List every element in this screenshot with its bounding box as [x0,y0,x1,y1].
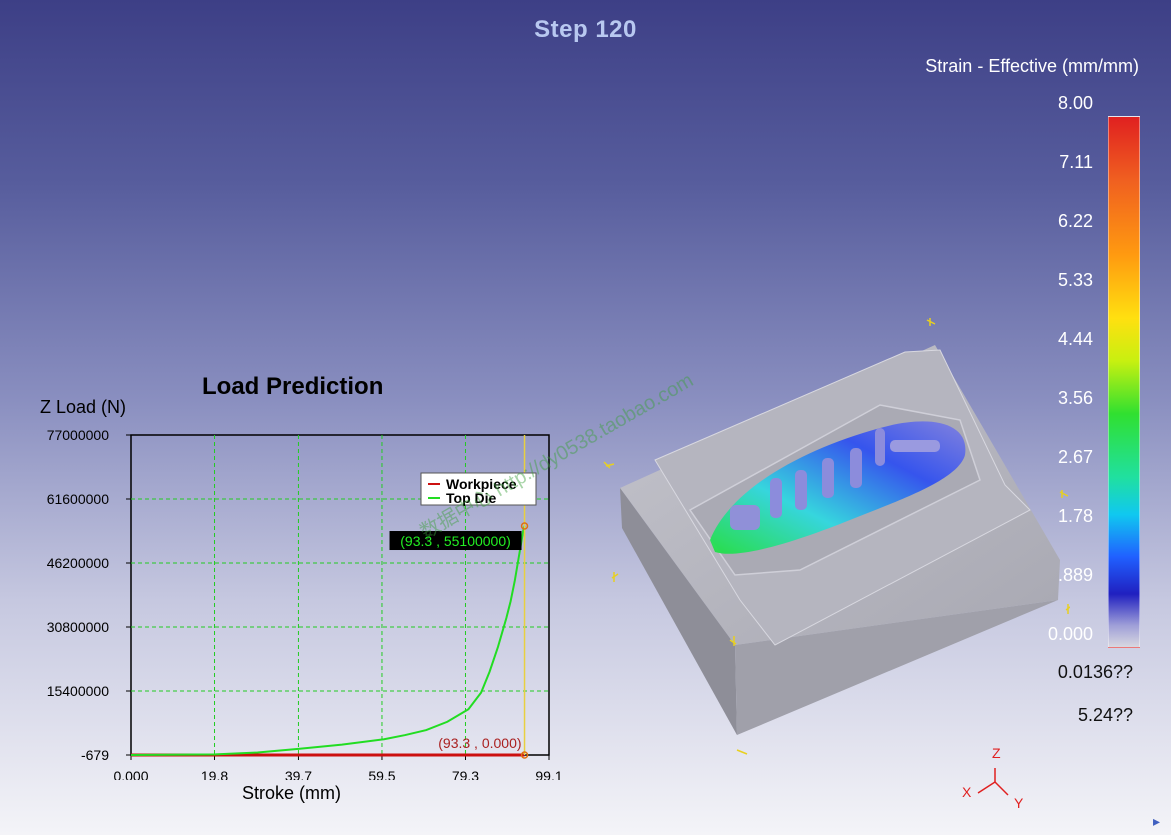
load-prediction-chart[interactable]: 0.000 19.8 39.7 59.5 79.3 99.1 77000000 6160000… [0,395,580,780]
step-title: Step 120 [534,16,637,43]
x-tick-label: 99.1 [535,768,562,780]
x-axis-label: Stroke (mm) [242,783,341,803]
axis-triad-lines [977,768,1009,796]
legend-title: Strain - Effective (mm/mm) [925,56,1139,76]
x-tick-label: 79.3 [452,768,479,780]
x-tick-label: 0.000 [113,768,148,780]
y-tick-label: 61600000 [47,491,110,507]
legend-tick: 6.22 [1057,211,1093,231]
axis-x-label: X [962,784,972,800]
axis-z-label: Z [992,745,1001,761]
x-tick-label: 39.7 [285,768,312,780]
y-tick-label: 46200000 [47,555,110,571]
legend-tick: 7.11 [1059,152,1093,172]
corner-navigation-icon[interactable]: ▸ [1153,813,1160,830]
legend-tick: 5.33 [1057,270,1093,290]
y-tick-label: 30800000 [47,619,110,635]
legend-tick: 8.00 [1057,93,1093,113]
die-block [620,345,1060,735]
color-bar [1108,116,1140,648]
axis-y-label: Y [1014,795,1024,811]
x-tick-label: 19.8 [201,768,228,780]
y-tick-label: 15400000 [47,683,110,699]
annotation-label: (93.3 , 55100000) [400,533,511,549]
x-tick-label: 59.5 [368,768,395,780]
y-tick-label: 77000000 [47,427,110,443]
legend-extra-value: 5.24?? [1077,705,1133,725]
annotation-label: (93.3 , 0.000) [438,735,521,751]
y-tick-label: -679 [81,747,109,763]
